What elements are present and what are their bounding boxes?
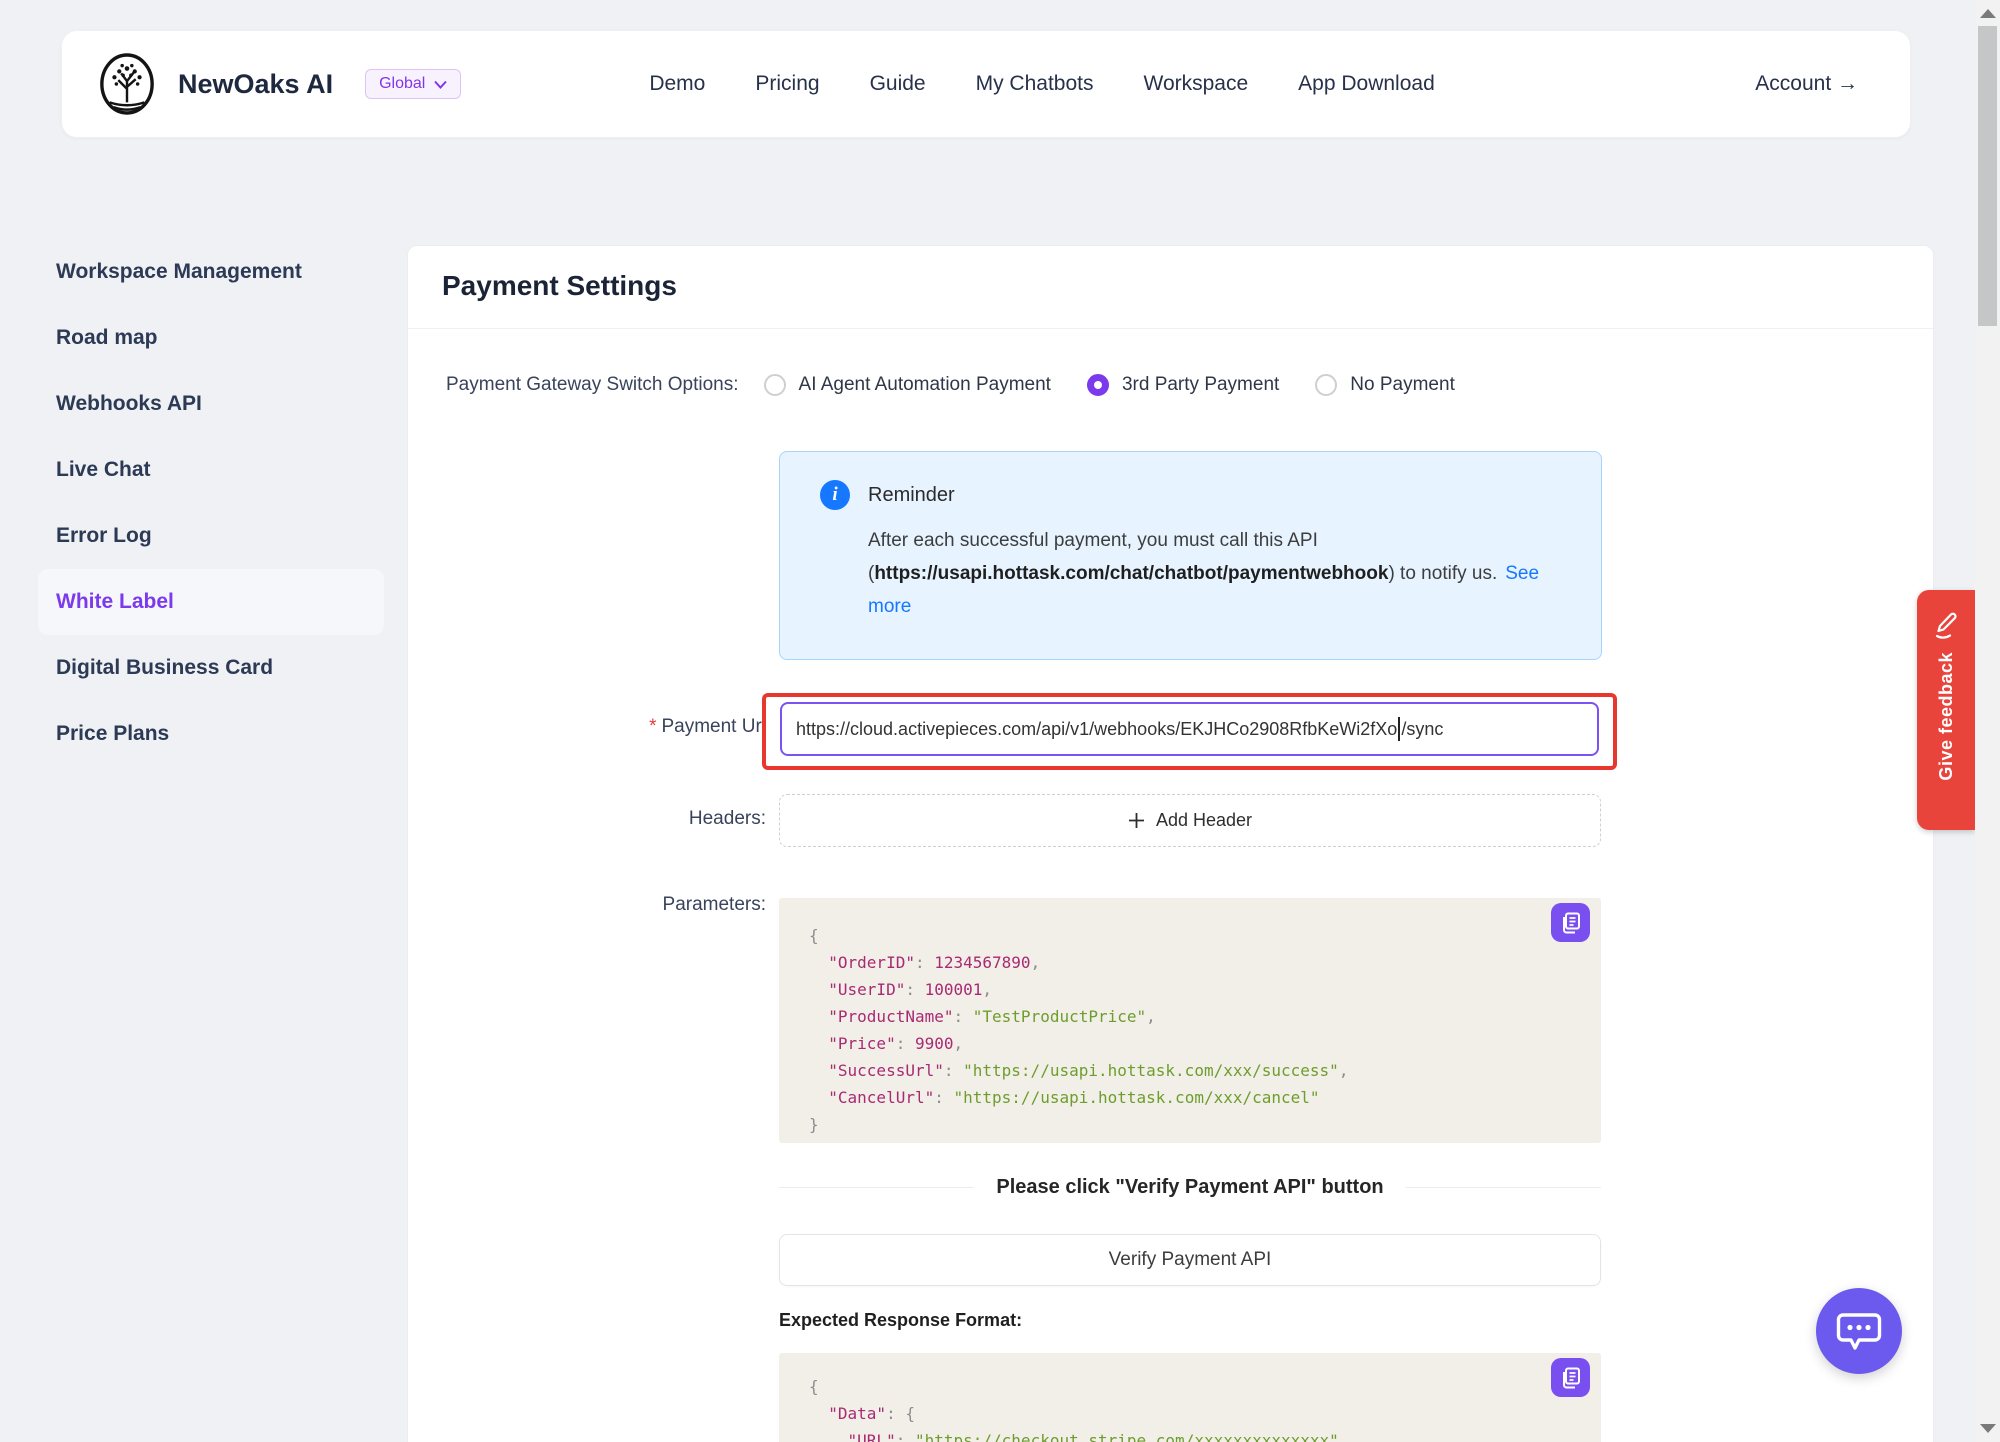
scrollbar-arrow-up-icon[interactable] <box>1980 9 1996 18</box>
nav-item-my-chatbots[interactable]: My Chatbots <box>976 72 1094 96</box>
give-feedback-label: Give feedback <box>1936 652 1957 781</box>
sidebar-item-webhooks-api[interactable]: Webhooks API <box>38 371 384 437</box>
radio-option-label: AI Agent Automation Payment <box>799 374 1051 396</box>
sidebar-item-white-label[interactable]: White Label <box>38 569 384 635</box>
add-header-button[interactable]: Add Header <box>779 794 1601 847</box>
copy-document-icon <box>1561 1367 1581 1389</box>
radio-selected-icon <box>1087 374 1109 396</box>
brand-name: NewOaks AI <box>178 69 333 100</box>
code-line: } <box>809 1111 1571 1138</box>
nav-item-demo[interactable]: Demo <box>649 72 705 96</box>
payment-url-input[interactable]: https://cloud.activepieces.com/api/v1/we… <box>780 702 1599 756</box>
reminder-api-url: https://usapi.hottask.com/chat/chatbot/p… <box>874 563 1388 584</box>
nav-item-workspace[interactable]: Workspace <box>1144 72 1249 96</box>
sidebar: Workspace ManagementRoad mapWebhooks API… <box>38 239 384 767</box>
reminder-title: Reminder <box>868 484 955 507</box>
pencil-icon <box>1933 610 1959 640</box>
code-line: "Data": { <box>809 1400 1571 1427</box>
reminder-header: i Reminder <box>820 480 1563 510</box>
top-navigation: NewOaks AI Global Demo Pricing Guide My Cha… <box>61 30 1911 138</box>
reminder-alert: i Reminder After each successful payment… <box>779 451 1602 660</box>
sidebar-item-digital-business-card[interactable]: Digital Business Card <box>38 635 384 701</box>
reminder-text-after: ) to notify us. <box>1388 563 1497 584</box>
copy-response-button[interactable] <box>1551 1358 1590 1397</box>
chat-launcher-button[interactable] <box>1816 1288 1902 1374</box>
verify-instruction-divider: Please click "Verify Payment API" button <box>779 1176 1601 1199</box>
oak-tree-logo-icon <box>98 52 156 116</box>
code-line: "URL": "https://checkout.stripe.com/xxxx… <box>809 1427 1571 1442</box>
reminder-body: After each successful payment, you must … <box>868 524 1558 623</box>
code-line: { <box>809 1373 1571 1400</box>
plus-icon <box>1128 812 1145 829</box>
expected-response-label: Expected Response Format: <box>779 1310 1022 1331</box>
code-line: { <box>809 922 1571 949</box>
code-line: "SuccessUrl": "https://usapi.hottask.com… <box>809 1057 1571 1084</box>
vertical-scrollbar <box>1975 0 2000 1442</box>
verify-instruction-text: Please click "Verify Payment API" button <box>996 1176 1383 1199</box>
payment-url-value-before-caret: https://cloud.activepieces.com/api/v1/we… <box>796 719 1397 740</box>
code-line: "CancelUrl": "https://usapi.hottask.com/… <box>809 1084 1571 1111</box>
sidebar-item-error-log[interactable]: Error Log <box>38 503 384 569</box>
radio-option-no-payment[interactable]: No Payment <box>1315 374 1455 396</box>
text-caret <box>1398 717 1400 741</box>
region-dropdown[interactable]: Global <box>365 69 461 99</box>
give-feedback-tab[interactable]: Give feedback <box>1917 590 1975 830</box>
sidebar-item-price-plans[interactable]: Price Plans <box>38 701 384 767</box>
parameters-label: Parameters: <box>425 894 766 916</box>
payment-url-value-after-caret: /sync <box>1401 719 1443 740</box>
sidebar-item-workspace-management[interactable]: Workspace Management <box>38 239 384 305</box>
nav-item-pricing[interactable]: Pricing <box>755 72 819 96</box>
title-divider <box>408 328 1933 329</box>
payment-url-label: *Payment Url <box>425 716 766 738</box>
region-dropdown-label: Global <box>379 75 425 93</box>
code-line: "ProductName": "TestProductPrice", <box>809 1003 1571 1030</box>
add-header-label: Add Header <box>1156 810 1252 831</box>
scrollbar-thumb[interactable] <box>1978 26 1997 326</box>
sidebar-item-road-map[interactable]: Road map <box>38 305 384 371</box>
code-line: "UserID": 100001, <box>809 976 1571 1003</box>
account-link[interactable]: Account → <box>1755 72 1874 96</box>
chevron-down-icon <box>434 80 447 89</box>
nav-item-guide[interactable]: Guide <box>870 72 926 96</box>
page: NewOaks AI Global Demo Pricing Guide My Cha… <box>0 0 2000 1442</box>
main-nav: Demo Pricing Guide My Chatbots Workspace App … <box>649 72 1434 96</box>
code-line: "Price": 9900, <box>809 1030 1571 1057</box>
payment-settings-panel: Payment Settings Payment Gateway Switch … <box>407 245 1934 1442</box>
sidebar-item-live-chat[interactable]: Live Chat <box>38 437 384 503</box>
headers-label: Headers: <box>425 808 766 830</box>
parameters-code-block: { "OrderID": 1234567890, "UserID": 10000… <box>779 898 1601 1143</box>
radio-option-label: No Payment <box>1350 374 1455 396</box>
page-title: Payment Settings <box>442 270 677 302</box>
required-asterisk: * <box>649 716 656 737</box>
info-circle-icon: i <box>820 480 850 510</box>
chat-bubble-icon <box>1835 1310 1883 1352</box>
gateway-switch-row: Payment Gateway Switch Options: AI Agent… <box>446 374 1491 396</box>
gateway-switch-label: Payment Gateway Switch Options: <box>446 374 739 396</box>
radio-option-ai-agent-automation-payment[interactable]: AI Agent Automation Payment <box>764 374 1051 396</box>
nav-item-app-download[interactable]: App Download <box>1298 72 1435 96</box>
expected-response-code-block: { "Data": { "URL": "https://checkout.str… <box>779 1353 1601 1442</box>
radio-unselected-icon <box>1315 374 1337 396</box>
scrollbar-arrow-down-icon[interactable] <box>1980 1424 1996 1433</box>
radio-option-3rd-party-payment[interactable]: 3rd Party Payment <box>1087 374 1279 396</box>
copy-parameters-button[interactable] <box>1551 903 1590 942</box>
radio-unselected-icon <box>764 374 786 396</box>
copy-document-icon <box>1561 912 1581 934</box>
gateway-options: AI Agent Automation Payment 3rd Party Pay… <box>764 374 1491 396</box>
verify-payment-api-button[interactable]: Verify Payment API <box>779 1234 1601 1286</box>
radio-option-label: 3rd Party Payment <box>1122 374 1279 396</box>
code-line: "OrderID": 1234567890, <box>809 949 1571 976</box>
